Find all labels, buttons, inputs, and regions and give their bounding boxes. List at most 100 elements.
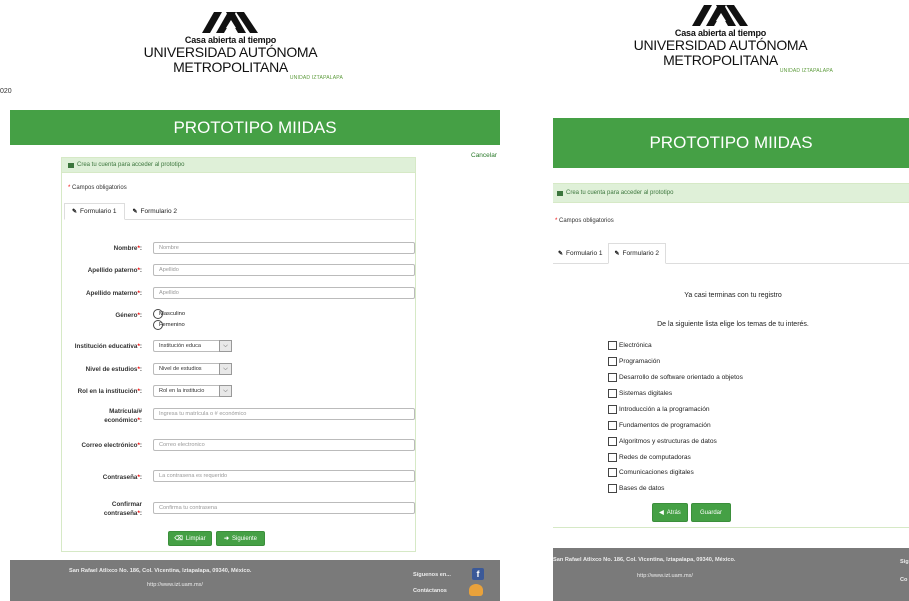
card-header-text: Crea tu cuenta para acceder al prototipo bbox=[566, 190, 674, 196]
topic-checkbox[interactable]: Algoritmos y estructuras de datos bbox=[608, 437, 717, 446]
right-screenshot: Casa abierta al tiempo UNIVERSIDAD AUTÓN… bbox=[553, 0, 909, 601]
footer-url[interactable]: http://www.izt.uam.mx/ bbox=[147, 582, 203, 588]
chevron-down-icon[interactable]: ⌵ bbox=[219, 363, 232, 375]
required-note-text: Campos obligatorios bbox=[72, 185, 127, 191]
chevron-down-icon[interactable]: ⌵ bbox=[219, 340, 232, 352]
topic-label: Comunicaciones digitales bbox=[619, 469, 694, 476]
logo-university: UNIVERSIDAD AUTÓNOMA METROPOLITANA bbox=[143, 44, 318, 75]
limpiar-button[interactable]: ⌫ Limpiar bbox=[168, 531, 212, 546]
apellido-paterno-label: Apellido paterno*: bbox=[87, 267, 142, 274]
topic-label: Desarrollo de software orientado a objet… bbox=[619, 374, 743, 381]
topic-label: Redes de computadoras bbox=[619, 454, 691, 461]
cancel-link[interactable]: Cancelar bbox=[471, 152, 497, 159]
contact-text[interactable]: Co bbox=[900, 577, 907, 583]
required-star: * bbox=[555, 218, 558, 224]
siguiente-button[interactable]: ➜ Siguiente bbox=[216, 531, 265, 546]
footer: San Rafael Atlixco No. 186, Col. Vicenti… bbox=[553, 548, 909, 601]
banner: PROTOTIPO MIIDAS bbox=[553, 118, 909, 168]
rol-select[interactable]: Rol en la institucio ⌵ bbox=[153, 385, 232, 397]
checkbox-box[interactable] bbox=[608, 405, 617, 414]
topic-label: Programación bbox=[619, 358, 661, 365]
topic-checkbox[interactable]: Electrónica bbox=[608, 341, 652, 350]
topic-checkbox[interactable]: Fundamentos de programación bbox=[608, 421, 711, 430]
checkbox-box[interactable] bbox=[608, 421, 617, 430]
contrasena-input[interactable]: La contrasena es requerido bbox=[153, 470, 415, 482]
checkbox-box[interactable] bbox=[608, 437, 617, 446]
nombre-label: Nombre*: bbox=[113, 245, 142, 252]
select-value: Nivel de estudios bbox=[153, 363, 219, 375]
topic-checkbox[interactable]: Sistemas digitales bbox=[608, 389, 672, 398]
checkbox-box[interactable] bbox=[608, 453, 617, 462]
edit-icon: ✎ bbox=[72, 209, 78, 215]
button-label: Atrás bbox=[666, 509, 681, 516]
button-label: Siguiente bbox=[232, 535, 258, 542]
edit-icon: ✎ bbox=[132, 209, 138, 215]
table-icon bbox=[557, 190, 563, 196]
edit-icon: ✎ bbox=[558, 251, 564, 257]
arrow-circle-icon: ➜ bbox=[223, 536, 229, 542]
chevron-down-icon[interactable]: ⌵ bbox=[219, 385, 232, 397]
choose-topics-message: De la siguiente lista elige los temas de… bbox=[657, 321, 809, 328]
atras-button[interactable]: ◀ Atrás bbox=[652, 503, 688, 522]
matricula-input[interactable]: Ingresa tu matrícula o # económico bbox=[153, 408, 415, 420]
topic-checkbox[interactable]: Desarrollo de software orientado a objet… bbox=[608, 373, 743, 382]
correo-label: Correo electrónico*: bbox=[81, 442, 142, 449]
checkbox-box[interactable] bbox=[608, 341, 617, 350]
institucion-label: Institución educativa*: bbox=[74, 343, 142, 350]
genero-label: Género*: bbox=[115, 312, 142, 319]
nombre-input[interactable]: Nombre bbox=[153, 242, 415, 254]
apellido-materno-input[interactable]: Apellido bbox=[153, 287, 415, 299]
topic-checkbox[interactable]: Bases de datos bbox=[608, 484, 664, 493]
button-label: Limpiar bbox=[185, 535, 206, 542]
confirmar-label: Confirmar contraseña*: bbox=[103, 501, 142, 517]
checkbox-box[interactable] bbox=[608, 357, 617, 366]
topic-checkbox[interactable]: Introducción a la programación bbox=[608, 405, 710, 414]
checkbox-box[interactable] bbox=[608, 468, 617, 477]
tab-formulario-2[interactable]: ✎ Formulario 2 bbox=[124, 203, 186, 219]
contact-text[interactable]: Contáctanos bbox=[413, 588, 447, 594]
uam-logo: Casa abierta al tiempo UNIVERSIDAD AUTÓN… bbox=[118, 10, 343, 81]
tab-formulario-1[interactable]: ✎ Formulario 1 bbox=[64, 203, 125, 220]
required-star: * bbox=[68, 185, 71, 191]
footer-url[interactable]: http://www.izt.uam.mx/ bbox=[637, 573, 693, 579]
matricula-label: Matrícula/# económico*: bbox=[104, 408, 142, 424]
table-icon bbox=[68, 162, 74, 168]
checkbox-box[interactable] bbox=[608, 373, 617, 382]
follow-us-text[interactable]: Síguenos en... bbox=[413, 572, 451, 578]
contrasena-label: Contraseña*: bbox=[102, 474, 142, 481]
nivel-select[interactable]: Nivel de estudios ⌵ bbox=[153, 363, 232, 375]
rol-label: Rol en la institución*: bbox=[77, 388, 142, 395]
eraser-icon: ⌫ bbox=[174, 536, 183, 542]
contact-icon[interactable] bbox=[469, 584, 483, 596]
radio-femenino[interactable]: Femenino bbox=[153, 320, 185, 330]
facebook-icon[interactable]: f bbox=[472, 568, 484, 580]
partial-year-text: 020 bbox=[0, 88, 12, 95]
tab-label: Formulario 1 bbox=[80, 208, 117, 215]
almost-done-message: Ya casi terminas con tu registro bbox=[684, 292, 782, 299]
required-note: * Campos obligatorios bbox=[555, 218, 614, 224]
topic-label: Fundamentos de programación bbox=[619, 422, 711, 429]
radio-label: Femenino bbox=[159, 322, 185, 328]
checkbox-box[interactable] bbox=[608, 484, 617, 493]
correo-input[interactable]: Correo electronico bbox=[153, 439, 415, 451]
required-note: * Campos obligatorios bbox=[68, 185, 127, 191]
checkbox-box[interactable] bbox=[608, 389, 617, 398]
footer-address: San Rafael Atlixco No. 186, Col. Vicenti… bbox=[69, 568, 252, 574]
button-label: Guardar bbox=[699, 509, 722, 516]
card-header-text: Crea tu cuenta para acceder al prototipo bbox=[77, 162, 185, 168]
topic-checkbox[interactable]: Redes de computadoras bbox=[608, 453, 691, 462]
tab-label: Formulario 2 bbox=[140, 208, 178, 215]
banner: PROTOTIPO MIIDAS bbox=[10, 110, 500, 145]
guardar-button[interactable]: Guardar bbox=[691, 503, 731, 522]
follow-us-text[interactable]: Sig bbox=[900, 559, 909, 565]
tab-formulario-1[interactable]: ✎ Formulario 1 bbox=[553, 243, 608, 263]
topic-label: Bases de datos bbox=[619, 485, 665, 492]
tab-formulario-2[interactable]: ✎ Formulario 2 bbox=[607, 243, 667, 264]
nivel-label: Nivel de estudios*: bbox=[85, 366, 142, 373]
topic-checkbox[interactable]: Programación bbox=[608, 357, 660, 366]
confirmar-input[interactable]: Confirma tu contrasena bbox=[153, 502, 415, 514]
apellido-paterno-input[interactable]: Apellido bbox=[153, 264, 415, 276]
institucion-select[interactable]: Institución educa ⌵ bbox=[153, 340, 232, 352]
topic-checkbox[interactable]: Comunicaciones digitales bbox=[608, 468, 694, 477]
radio-masculino[interactable]: Masculino bbox=[153, 309, 185, 319]
